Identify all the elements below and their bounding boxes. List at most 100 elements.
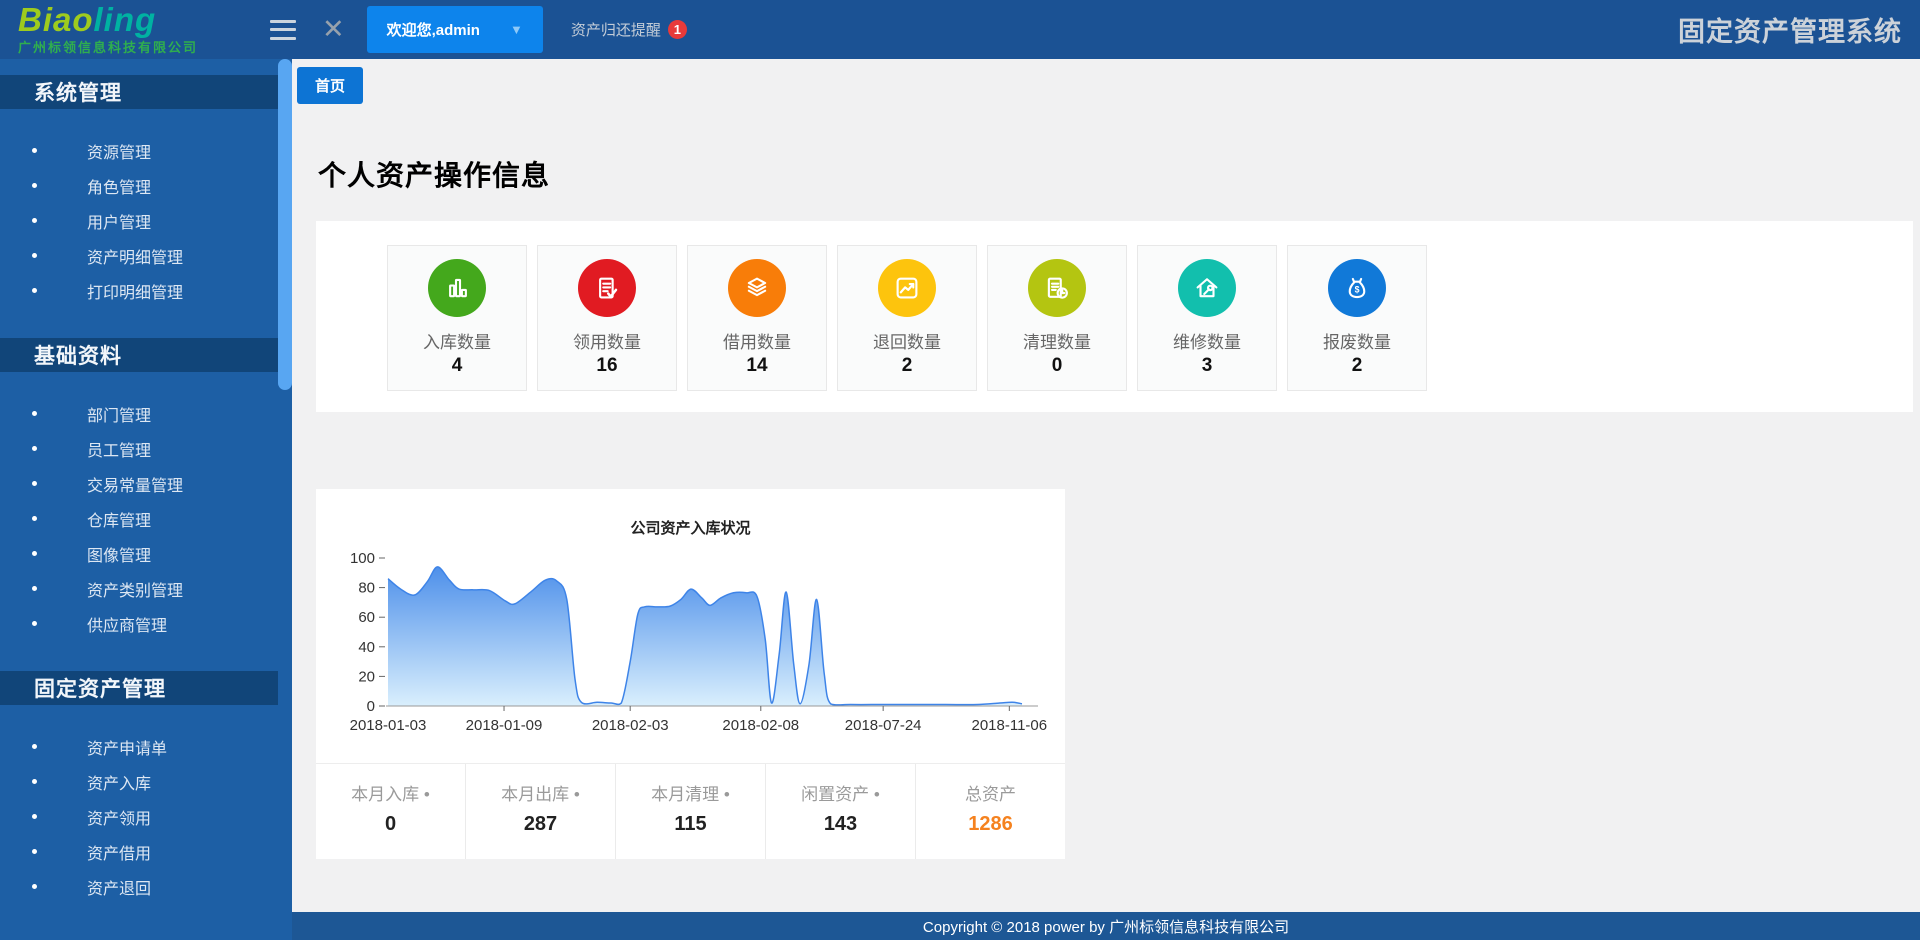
summary-total-assets: 总资产 1286 (915, 764, 1065, 859)
bullet-icon (32, 288, 37, 293)
stat-card-cleanup[interactable]: 清理数量 0 (987, 245, 1127, 391)
app-logo: Biaoling 广州标领信息科技有限公司 (0, 4, 268, 56)
bullet-icon (32, 481, 37, 486)
svg-text:2018-02-03: 2018-02-03 (592, 717, 669, 734)
sidebar-item-department-mgmt[interactable]: 部门管理 (0, 396, 278, 431)
sidebar-scrollbar-track[interactable] (278, 59, 292, 940)
chart-summary-row: 本月入库 • 0 本月出库 • 287 本月清理 • 115 闲置资产 • 14… (316, 763, 1065, 859)
stat-card-value: 16 (538, 355, 676, 377)
asset-return-reminder[interactable]: 资产归还提醒 1 (571, 19, 687, 40)
summary-value: 1286 (916, 813, 1065, 836)
stat-card-label: 报废数量 (1288, 328, 1426, 353)
sidebar-item-asset-inbound[interactable]: 资产入库 (0, 764, 278, 799)
stat-card-return[interactable]: 退回数量 2 (837, 245, 977, 391)
summary-label: 本月清理 • (616, 780, 765, 805)
sidebar-item-employee-mgmt[interactable]: 员工管理 (0, 431, 278, 466)
bullet-icon (32, 551, 37, 556)
sidebar-item-user-mgmt[interactable]: 用户管理 (0, 203, 278, 238)
stat-card-value: 4 (388, 355, 526, 377)
asset-area-chart: 0204060801002018-01-032018-01-092018-02-… (316, 544, 1056, 754)
stat-card-label: 借用数量 (688, 328, 826, 353)
sidebar-item-label: 用户管理 (87, 209, 151, 233)
stat-card-value: 2 (838, 355, 976, 377)
bullet-icon (32, 183, 37, 188)
bullet-icon (32, 446, 37, 451)
stat-card-inbound[interactable]: 入库数量 4 (387, 245, 527, 391)
sidebar-item-label: 资产入库 (87, 770, 151, 794)
summary-month-outbound: 本月出库 • 287 (465, 764, 615, 859)
summary-label: 闲置资产 • (766, 780, 915, 805)
svg-text:2018-11-06: 2018-11-06 (972, 717, 1048, 734)
stat-card-value: 3 (1138, 355, 1276, 377)
stat-card-value: 0 (988, 355, 1126, 377)
sidebar-item-asset-borrow[interactable]: 资产借用 (0, 834, 278, 869)
user-dropdown-button[interactable]: 欢迎您,admin ▼ (367, 6, 543, 53)
sidebar-item-asset-application[interactable]: 资产申请单 (0, 729, 278, 764)
svg-text:80: 80 (358, 580, 375, 597)
bullet-icon (32, 814, 37, 819)
layers-icon (728, 259, 786, 317)
sidebar-section-basic-data[interactable]: 基础资料 (0, 338, 278, 372)
sidebar-item-supplier-mgmt[interactable]: 供应商管理 (0, 606, 278, 641)
brand-part-2: ling (94, 1, 157, 38)
sidebar-scrollbar-thumb[interactable] (278, 59, 292, 390)
stat-card-label: 清理数量 (988, 328, 1126, 353)
sidebar-item-role-mgmt[interactable]: 角色管理 (0, 168, 278, 203)
reminder-count-badge: 1 (668, 20, 687, 39)
sidebar-item-label: 资产明细管理 (87, 244, 183, 268)
main-content: 首页 个人资产操作信息 入库数量 4 领用数量 16 (292, 59, 1920, 912)
stat-card-label: 维修数量 (1138, 328, 1276, 353)
bullet-icon (32, 744, 37, 749)
sidebar-item-label: 部门管理 (87, 402, 151, 426)
sidebar-item-asset-category-mgmt[interactable]: 资产类别管理 (0, 571, 278, 606)
stat-card-value: 14 (688, 355, 826, 377)
money-bag-icon: $ (1328, 259, 1386, 317)
bullet-icon (32, 411, 37, 416)
sidebar-list-system: 资源管理 角色管理 用户管理 资产明细管理 打印明细管理 (0, 109, 278, 308)
sidebar-item-asset-detail-mgmt[interactable]: 资产明细管理 (0, 238, 278, 273)
svg-text:$: $ (1355, 285, 1360, 295)
sidebar-section-system[interactable]: 系统管理 (0, 75, 278, 109)
sidebar-item-asset-return[interactable]: 资产退回 (0, 869, 278, 904)
stat-card-claim[interactable]: 领用数量 16 (537, 245, 677, 391)
svg-text:2018-07-24: 2018-07-24 (845, 717, 922, 734)
sidebar-item-label: 资产类别管理 (87, 577, 183, 601)
document-check-icon (578, 259, 636, 317)
tab-home[interactable]: 首页 (297, 67, 363, 104)
bar-chart-icon (428, 259, 486, 317)
sidebar-item-trade-constant-mgmt[interactable]: 交易常量管理 (0, 466, 278, 501)
stat-cards-panel: 入库数量 4 领用数量 16 借用数量 14 (316, 221, 1913, 412)
close-icon[interactable]: ✕ (322, 16, 345, 43)
footer-bar: Copyright © 2018 power by 广州标领信息科技有限公司 (292, 912, 1920, 940)
stat-card-scrap[interactable]: $ 报废数量 2 (1287, 245, 1427, 391)
repair-home-icon (1178, 259, 1236, 317)
stat-card-repair[interactable]: 维修数量 3 (1137, 245, 1277, 391)
sidebar-item-label: 交易常量管理 (87, 472, 183, 496)
svg-text:2018-02-08: 2018-02-08 (722, 717, 799, 734)
sidebar-nav: 系统管理 资源管理 角色管理 用户管理 资产明细管理 打印明细管理 基础资料 部… (0, 59, 278, 940)
svg-text:40: 40 (358, 639, 375, 656)
system-title: 固定资产管理系统 (1678, 10, 1920, 49)
reminder-label: 资产归还提醒 (571, 19, 661, 40)
bullet-icon (32, 779, 37, 784)
svg-text:2018-01-03: 2018-01-03 (350, 717, 427, 734)
sidebar-item-print-detail-mgmt[interactable]: 打印明细管理 (0, 273, 278, 308)
summary-label: 总资产 (916, 780, 1065, 805)
sidebar-item-asset-claim[interactable]: 资产领用 (0, 799, 278, 834)
sidebar-section-fixed-asset[interactable]: 固定资产管理 (0, 671, 278, 705)
summary-month-inbound: 本月入库 • 0 (316, 764, 465, 859)
stat-card-borrow[interactable]: 借用数量 14 (687, 245, 827, 391)
sidebar-item-label: 资源管理 (87, 139, 151, 163)
menu-toggle-icon[interactable] (270, 20, 296, 40)
stat-card-label: 领用数量 (538, 328, 676, 353)
summary-value: 143 (766, 813, 915, 836)
summary-value: 287 (466, 813, 615, 836)
sidebar-item-image-mgmt[interactable]: 图像管理 (0, 536, 278, 571)
bullet-icon (32, 148, 37, 153)
sidebar-item-resource-mgmt[interactable]: 资源管理 (0, 133, 278, 168)
bullet-icon (32, 621, 37, 626)
sidebar-list-fixed-asset: 资产申请单 资产入库 资产领用 资产借用 资产退回 (0, 705, 278, 904)
bullet-icon (32, 849, 37, 854)
svg-text:20: 20 (358, 668, 375, 685)
sidebar-item-warehouse-mgmt[interactable]: 仓库管理 (0, 501, 278, 536)
